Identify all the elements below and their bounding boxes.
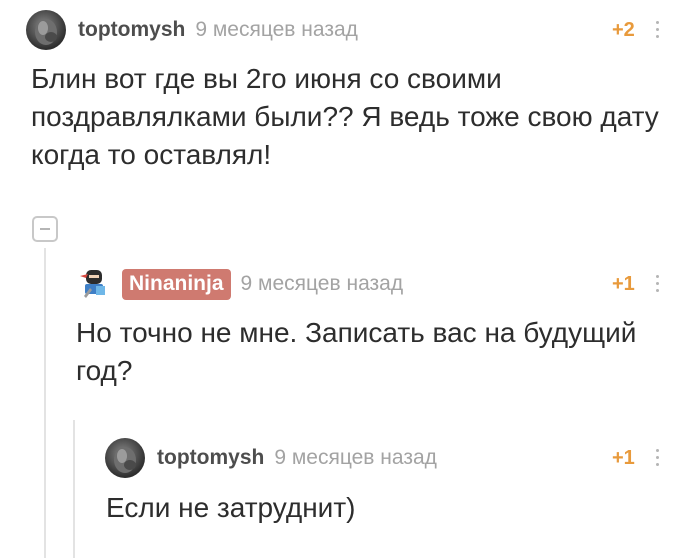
comment-text: Если не затруднит) [106, 492, 356, 523]
vertical-dots-icon[interactable] [656, 275, 660, 293]
vertical-dots-icon[interactable] [656, 21, 660, 39]
comment-header: Ninaninja 9 месяцев назад [76, 264, 403, 304]
user-avatar[interactable] [26, 10, 66, 50]
thread-line[interactable] [73, 420, 75, 558]
minus-square-icon[interactable] [32, 216, 58, 242]
comments-thread: toptomysh 9 месяцев назад +2 Блин вот гд… [0, 0, 700, 558]
rating-value: +1 [612, 273, 635, 295]
vertical-dots-icon[interactable] [656, 449, 660, 467]
comment-text: Но точно не мне. Записать вас на будущий… [76, 317, 637, 386]
username[interactable]: toptomysh [157, 446, 264, 470]
comment-header: toptomysh 9 месяцев назад [26, 10, 358, 50]
comment-header: toptomysh 9 месяцев назад [105, 438, 437, 478]
ninja-avatar[interactable] [76, 266, 112, 302]
username[interactable]: toptomysh [78, 18, 185, 42]
user-avatar[interactable] [105, 438, 145, 478]
comment-time[interactable]: 9 месяцев назад [274, 446, 437, 470]
thread-line[interactable] [44, 248, 46, 558]
comment-time[interactable]: 9 месяцев назад [241, 272, 404, 296]
rating-value: +2 [612, 19, 635, 41]
username-badge[interactable]: Ninaninja [122, 268, 231, 300]
comment-text: Блин вот где вы 2го июня со своими поздр… [31, 63, 659, 170]
rating-value: +1 [612, 447, 635, 469]
comment-time[interactable]: 9 месяцев назад [195, 18, 358, 42]
